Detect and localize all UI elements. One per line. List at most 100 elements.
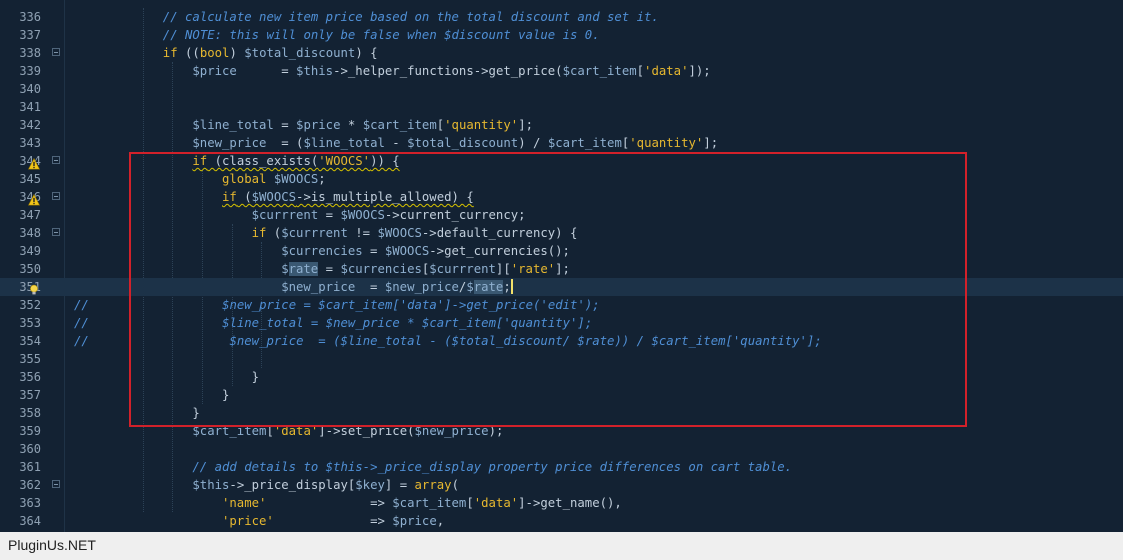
code-text[interactable]: $cart_item['data']->set_price($new_price… xyxy=(74,422,503,440)
code-text[interactable]: $price = $this->_helper_functions->get_p… xyxy=(74,62,711,80)
code-token: ( xyxy=(451,478,459,492)
code-text[interactable]: $new_price = ($line_total - $total_disco… xyxy=(74,134,718,152)
line-number: 350 xyxy=(19,262,41,276)
code-token: ->get_currencies(); xyxy=(429,244,570,258)
code-line[interactable]: 348 if ($currrent != $WOOCS->default_curr… xyxy=(0,224,1123,242)
code-line[interactable]: 360 xyxy=(0,440,1123,458)
fold-toggle-icon[interactable] xyxy=(52,48,60,56)
code-token: ]->get_name(), xyxy=(518,496,622,510)
code-token: // $new_price = ($line_total - ($total_d… xyxy=(74,334,822,348)
code-text[interactable]: $rate = $currencies[$currrent]['rate']; xyxy=(74,260,570,278)
code-token: - xyxy=(384,136,408,150)
code-token: 'quantity' xyxy=(629,136,704,150)
code-text[interactable]: if ($WOOCS->is_multiple_allowed) { xyxy=(74,188,474,206)
code-text[interactable]: if ($currrent != $WOOCS->default_currenc… xyxy=(74,224,578,242)
code-token: $this xyxy=(296,64,334,78)
code-line[interactable]: 340 xyxy=(0,80,1123,98)
fold-toggle-icon[interactable] xyxy=(52,156,60,164)
code-line[interactable]: 350 $rate = $currencies[$currrent]['rate'… xyxy=(0,260,1123,278)
code-line[interactable]: 349 $currencies = $WOOCS->get_currencies(… xyxy=(0,242,1123,260)
code-line[interactable]: 358} xyxy=(0,404,1123,422)
code-line[interactable]: 345 global $WOOCS; xyxy=(0,170,1123,188)
code-line[interactable]: 362 $this->_price_display[$key] = array( xyxy=(0,476,1123,494)
code-text[interactable]: $this->_price_display[$key] = array( xyxy=(74,476,459,494)
code-line[interactable]: 337 // NOTE: this will only be false when… xyxy=(0,26,1123,44)
watermark-bar: PluginUs.NET xyxy=(0,532,1123,560)
code-line[interactable]: 355 xyxy=(0,350,1123,368)
code-text[interactable]: if ((bool) $total_discount) { xyxy=(74,44,378,62)
code-text[interactable]: // NOTE: this will only be false when $d… xyxy=(74,26,600,44)
line-number: 357 xyxy=(19,388,41,402)
code-token: } xyxy=(192,406,200,420)
code-text[interactable]: // add details to $this->_price_display … xyxy=(74,458,792,476)
code-token: $WOOCS xyxy=(384,244,430,258)
code-token: [ xyxy=(636,64,645,78)
code-line[interactable]: 363 'name' => $cart_item['data']->get_nam… xyxy=(0,494,1123,512)
code-text[interactable]: } xyxy=(74,386,229,404)
line-number: 336 xyxy=(19,10,41,24)
code-line[interactable]: 364 'price' => $price, xyxy=(0,512,1123,530)
code-text[interactable]: // $new_price = $cart_item['data']->get_… xyxy=(74,296,600,314)
code-token: if xyxy=(192,154,208,168)
code-token: != xyxy=(347,226,378,240)
code-line[interactable]: 352 // $new_price = $cart_item['data']->g… xyxy=(0,296,1123,314)
fold-toggle-icon[interactable] xyxy=(52,192,60,200)
code-token: $line_total xyxy=(192,118,274,132)
fold-toggle-icon[interactable] xyxy=(52,228,60,236)
code-token: ) / xyxy=(518,136,548,150)
code-line[interactable]: 351 $new_price = $new_price/$rate; xyxy=(0,278,1123,296)
line-number: 337 xyxy=(19,28,41,42)
code-token: $line_total xyxy=(303,136,385,150)
code-text[interactable]: } xyxy=(74,368,259,386)
warning-icon[interactable] xyxy=(27,191,41,206)
code-text[interactable]: 'price' => $price, xyxy=(74,512,444,530)
code-token: $currencies xyxy=(281,244,363,258)
warning-icon[interactable] xyxy=(27,155,41,170)
fold-toggle-icon[interactable] xyxy=(52,480,60,488)
code-token: 'data' xyxy=(473,496,519,510)
code-line[interactable]: 361 // add details to $this->_price_displ… xyxy=(0,458,1123,476)
code-token: ]->set_price( xyxy=(318,424,415,438)
code-line[interactable]: 343 $new_price = ($line_total - $total_di… xyxy=(0,134,1123,152)
code-token: $cart_item xyxy=(562,64,637,78)
code-line[interactable]: 359 $cart_item['data']->set_price($new_pr… xyxy=(0,422,1123,440)
code-token: ]); xyxy=(688,64,711,78)
code-line[interactable]: 336 // calculate new item price based on … xyxy=(0,8,1123,26)
code-line[interactable]: 353 // $line_total = $new_price * $cart_i… xyxy=(0,314,1123,332)
code-token: $WOOCS xyxy=(377,226,422,240)
line-number: 338 xyxy=(19,46,41,60)
code-token: = xyxy=(318,208,341,222)
code-text[interactable]: 'name' => $cart_item['data']->get_name()… xyxy=(74,494,622,512)
code-line[interactable]: 356} xyxy=(0,368,1123,386)
code-line[interactable]: 339 $price = $this->_helper_functions->ge… xyxy=(0,62,1123,80)
code-editor[interactable]: 336 // calculate new item price based on … xyxy=(0,0,1123,532)
code-line[interactable]: 346 if ($WOOCS->is_multiple_allowed) { xyxy=(0,188,1123,206)
code-text[interactable]: $currrent = $WOOCS->current_currency; xyxy=(74,206,526,224)
code-token: = xyxy=(355,280,385,294)
code-token: => xyxy=(266,496,393,510)
code-token: // $line_total = $new_price * $cart_item… xyxy=(74,316,593,330)
code-line[interactable]: 342 $line_total = $price * $cart_item['qu… xyxy=(0,116,1123,134)
code-token: $key xyxy=(355,478,385,492)
code-text[interactable]: // calculate new item price based on the… xyxy=(74,8,659,26)
lightbulb-icon[interactable] xyxy=(28,281,40,295)
code-token: $WOOCS xyxy=(340,208,385,222)
code-line[interactable]: 357} xyxy=(0,386,1123,404)
line-number: 362 xyxy=(19,478,41,492)
line-number: 359 xyxy=(19,424,41,438)
code-text[interactable]: global $WOOCS; xyxy=(74,170,326,188)
code-token: $WOOCS xyxy=(251,190,297,204)
code-text[interactable]: } xyxy=(74,404,200,422)
code-text[interactable]: // $line_total = $new_price * $cart_item… xyxy=(74,314,592,332)
code-line[interactable]: 347 $currrent = $WOOCS->current_currency; xyxy=(0,206,1123,224)
code-line[interactable]: 338 if ((bool) $total_discount) { xyxy=(0,44,1123,62)
code-text[interactable]: // $new_price = ($line_total - ($total_d… xyxy=(74,332,822,350)
code-text[interactable]: $currencies = $WOOCS->get_currencies(); xyxy=(74,242,570,260)
code-line[interactable]: 344 if (class_exists('WOOCS')) { xyxy=(0,152,1123,170)
code-line[interactable]: 354 // $new_price = ($line_total - ($tota… xyxy=(0,332,1123,350)
code-text[interactable]: $new_price = $new_price/$rate; xyxy=(74,278,513,296)
code-text[interactable]: if (class_exists('WOOCS')) { xyxy=(74,152,399,170)
code-token: ); xyxy=(488,424,504,438)
code-text[interactable]: $line_total = $price * $cart_item['quant… xyxy=(74,116,533,134)
code-line[interactable]: 341 xyxy=(0,98,1123,116)
